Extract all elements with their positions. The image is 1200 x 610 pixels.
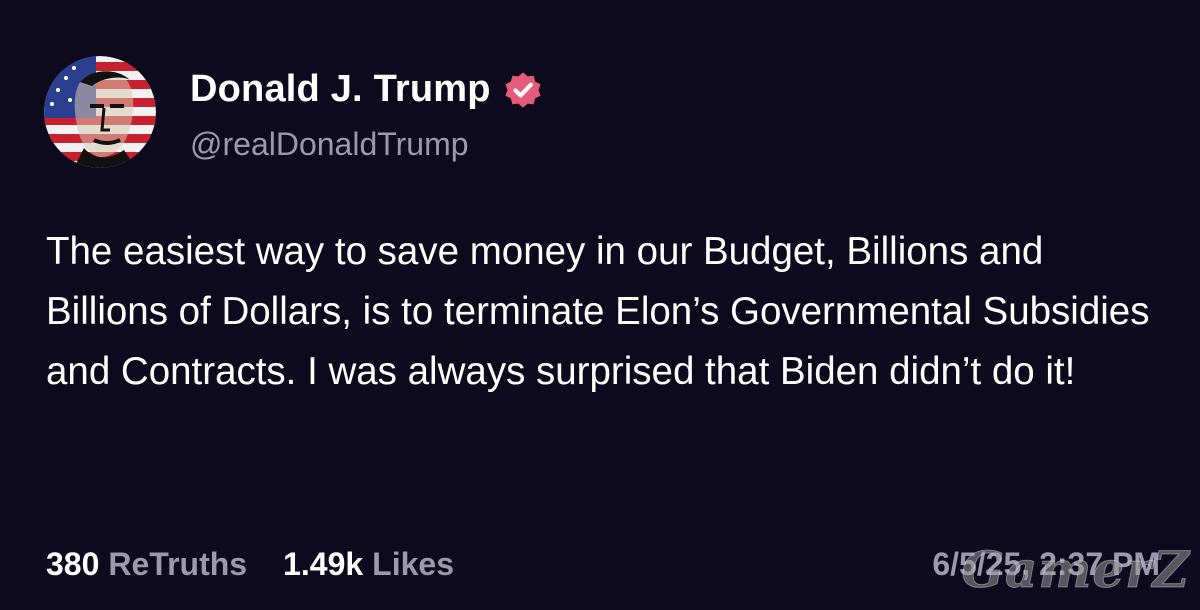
likes-count: 1.49k — [283, 546, 364, 582]
post-text: The easiest way to save money in our Bud… — [46, 230, 1150, 393]
post-stats: 380 ReTruths 1.49k Likes — [46, 546, 454, 583]
likes-stat[interactable]: 1.49k Likes — [283, 546, 454, 583]
truth-post-card: Donald J. Trump @realDonaldTrump The eas… — [0, 0, 1200, 610]
avatar[interactable] — [44, 56, 156, 168]
author-row: Donald J. Trump — [190, 68, 543, 111]
retruths-stat[interactable]: 380 ReTruths — [46, 546, 247, 583]
author-name[interactable]: Donald J. Trump — [190, 68, 491, 111]
watermark-logo: GamerZ — [961, 540, 1190, 600]
retruths-count: 380 — [46, 546, 100, 582]
retruths-label: ReTruths — [108, 546, 248, 582]
likes-label: Likes — [372, 546, 454, 582]
author-handle[interactable]: @realDonaldTrump — [190, 126, 469, 163]
avatar-flag-portrait-icon — [44, 56, 156, 168]
verified-badge-icon — [505, 71, 541, 108]
